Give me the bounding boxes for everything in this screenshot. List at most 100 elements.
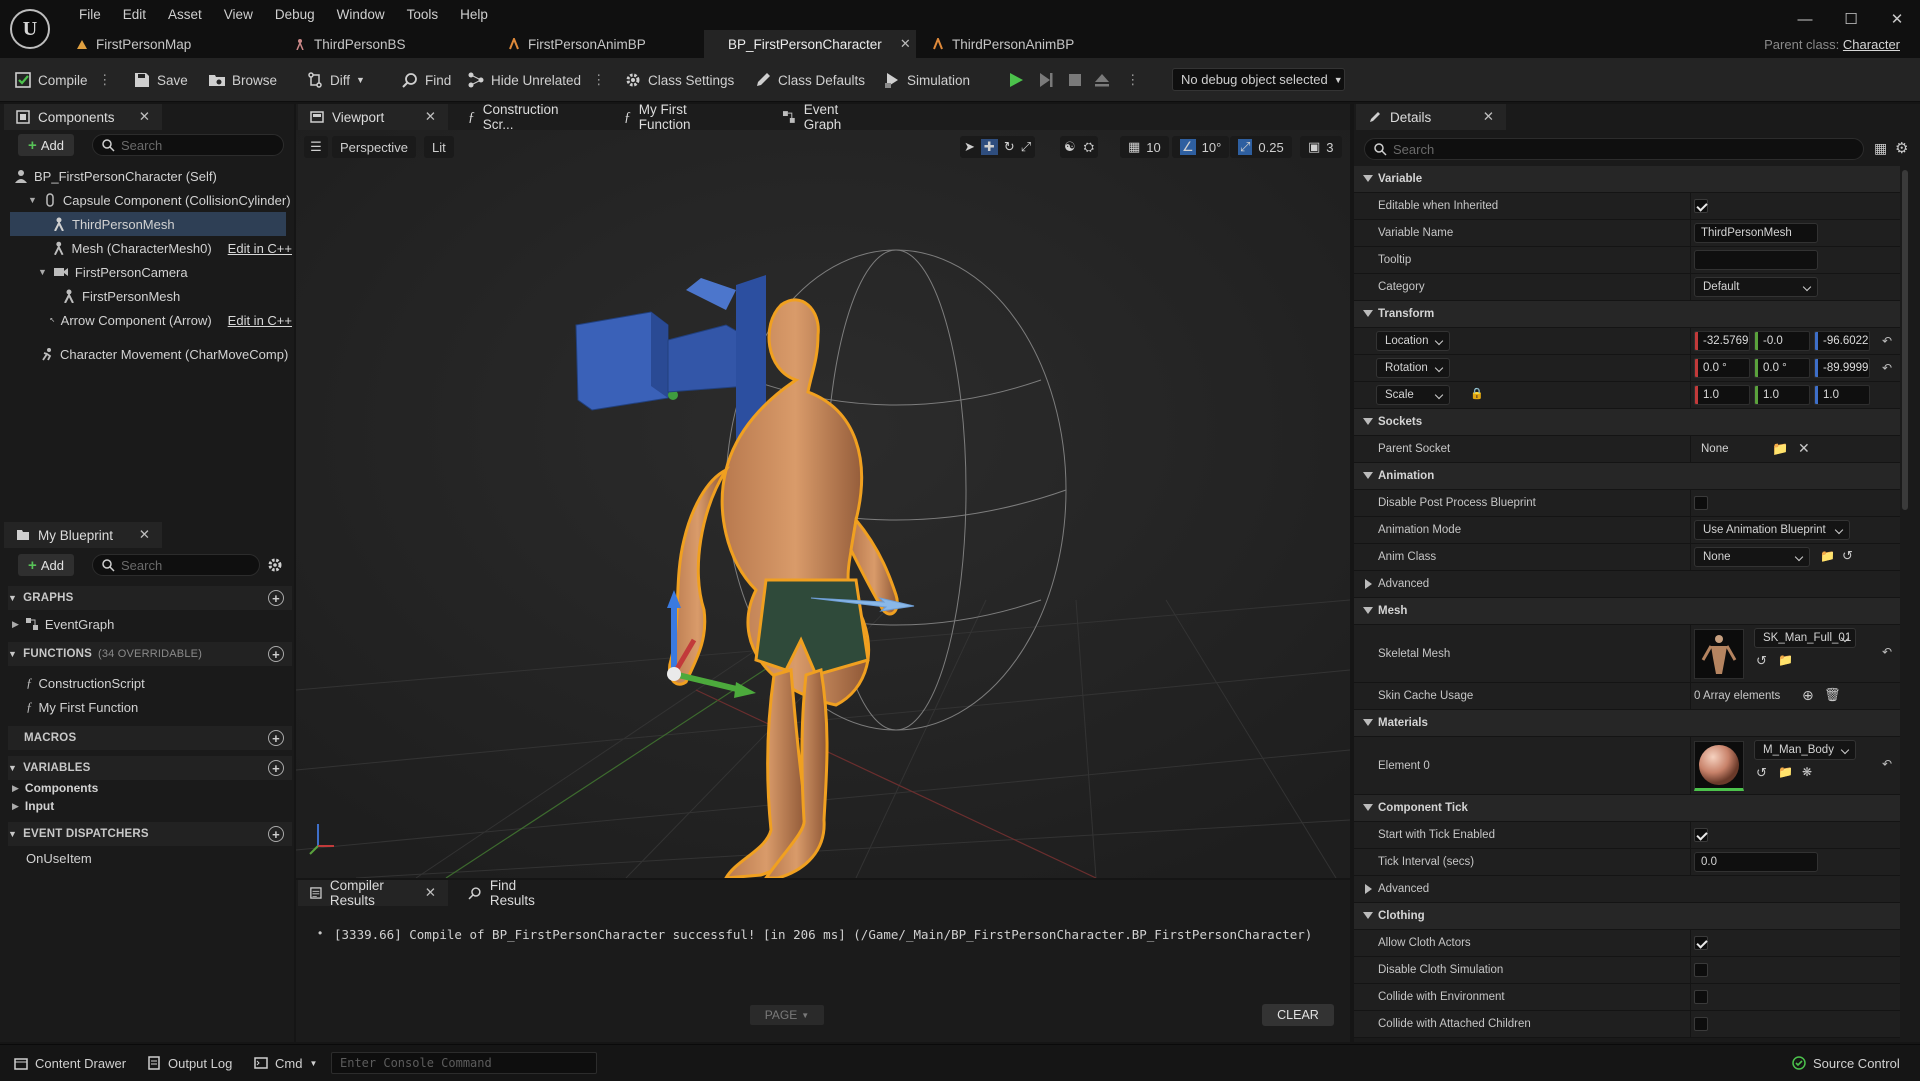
tick-interval-field[interactable]: 0.0 [1694,852,1818,872]
tab-construction-script[interactable]: ƒ Construction Scr... [456,102,596,132]
save-button[interactable]: Save [133,58,188,102]
unreal-logo-icon[interactable]: U [10,9,50,49]
close-tab-icon[interactable]: ✕ [425,885,436,901]
tree-item-arrow[interactable]: Arrow Component (Arrow) Edit in C++ [10,308,292,332]
section-graphs[interactable]: ▼ GRAPHS + [8,586,292,610]
menu-view[interactable]: View [213,6,264,24]
disable-cloth-checkbox[interactable] [1694,963,1708,977]
my-blueprint-search-input[interactable]: Search [92,554,260,576]
components-search-input[interactable]: Search [92,134,284,156]
tab-event-graph[interactable]: Event Graph [770,102,890,132]
menu-help[interactable]: Help [449,6,499,24]
eject-button[interactable] [1093,58,1111,102]
reset-to-default-icon[interactable]: ↶ [1882,334,1892,348]
doc-tab-thirdpersonbs[interactable]: ThirdPersonBS [278,30,492,58]
skeletal-mesh-thumbnail[interactable] [1694,629,1744,679]
reset-to-default-icon[interactable]: ↶ [1882,757,1892,771]
collide-env-checkbox[interactable] [1694,990,1708,1004]
tab-details[interactable]: Details ✕ [1356,104,1506,130]
tab-compiler-results[interactable]: Compiler Results ✕ [298,878,448,908]
add-component-button[interactable]: + Add [18,134,74,156]
lit-button[interactable]: Lit [424,136,454,158]
menu-edit[interactable]: Edit [112,6,157,24]
stop-button[interactable] [1066,58,1084,102]
add-variable-icon[interactable]: + [268,760,284,776]
section-variable[interactable]: Variable [1354,166,1900,193]
scale-y-field[interactable]: 1.0 [1754,385,1810,405]
edit-in-cpp-link[interactable]: Edit in C++ [228,241,292,256]
section-materials[interactable]: Materials [1354,710,1900,737]
doc-tab-firstpersonmap[interactable]: FirstPersonMap [60,30,278,58]
material-thumbnail[interactable] [1694,741,1744,791]
scale-x-field[interactable]: 1.0 [1694,385,1750,405]
rotation-y-field[interactable]: 0.0 ° [1754,358,1810,378]
tree-item-firstpersonmesh[interactable]: FirstPersonMesh [10,284,292,308]
doc-tab-thirdpersonanimbp[interactable]: ThirdPersonAnimBP [916,30,1136,58]
browse-icon[interactable]: 📁 [1778,653,1793,667]
add-macro-icon[interactable]: + [268,730,284,746]
rotate-icon[interactable]: ↻ [1004,139,1015,155]
rotation-x-field[interactable]: 0.0 ° [1694,358,1750,378]
compile-button[interactable]: Compile [14,58,88,102]
location-z-field[interactable]: -96.6022 [1814,331,1870,351]
add-graph-icon[interactable]: + [268,590,284,606]
find-button[interactable]: Find [401,58,451,102]
tree-item-capsule[interactable]: ▼ Capsule Component (CollisionCylinder) [10,188,292,212]
diff-button[interactable]: Diff ▼ [306,58,365,102]
menu-window[interactable]: Window [326,6,396,24]
close-icon[interactable]: ✕ [1874,4,1920,34]
scale-z-field[interactable]: 1.0 [1814,385,1870,405]
hide-unrelated-button[interactable]: Hide Unrelated [467,58,581,102]
material-dropdown[interactable]: M_Man_Body [1754,740,1856,760]
collapse-arrow-icon[interactable]: ▼ [38,267,47,277]
anim-class-dropdown[interactable]: None [1694,547,1810,567]
tree-item-self[interactable]: BP_FirstPersonCharacter (Self) [10,164,292,188]
browse-icon[interactable]: 📁 [1820,549,1835,563]
browse-icon[interactable]: 📁 [1778,765,1793,779]
section-event-dispatchers[interactable]: ▼ EVENT DISPATCHERS + [8,822,292,846]
play-options-icon[interactable]: ⋮ [1126,58,1140,102]
reset-to-default-icon[interactable]: ↶ [1882,361,1892,375]
surface-snap-icon[interactable]: ☯ [1064,139,1076,155]
skeletal-mesh-dropdown[interactable]: SK_Man_Full_01 [1754,628,1856,648]
variable-category-input[interactable]: ▶ Input [12,796,282,816]
tab-my-first-function[interactable]: ƒ My First Function [612,102,752,132]
add-member-button[interactable]: + Add [18,554,74,576]
viewport[interactable]: ☰ Perspective Lit ➤ ✚ ↻ ⤢ ☯ ⛭ ▦ 10 ∠ 10°… [296,130,1350,878]
animation-mode-dropdown[interactable]: Use Animation Blueprint [1694,520,1850,540]
simulation-button[interactable]: Simulation [883,58,970,102]
section-mesh[interactable]: Mesh [1354,598,1900,625]
source-control-button[interactable]: Source Control [1792,1045,1900,1081]
variable-category-components[interactable]: ▶ Components [12,778,282,798]
scale-icon[interactable]: ⤢ [1021,139,1031,155]
debug-object-dropdown[interactable]: No debug object selected ▼ [1172,68,1345,91]
tree-item-mesh[interactable]: Mesh (CharacterMesh0) Edit in C++ [10,236,292,260]
table-view-icon[interactable]: ▦ [1874,140,1887,157]
section-animation[interactable]: Animation [1354,463,1900,490]
class-settings-button[interactable]: Class Settings [624,58,734,102]
material-options-icon[interactable]: ❋ [1802,765,1812,779]
gear-icon[interactable]: ⚙ [1895,139,1908,157]
grid-snap-button[interactable]: ▦ 10 [1120,136,1169,158]
close-panel-icon[interactable]: ✕ [139,527,150,543]
cmd-dropdown[interactable]: Cmd ▼ [254,1045,317,1081]
minimize-icon[interactable]: — [1782,4,1828,34]
editable-inherited-checkbox[interactable] [1694,199,1708,213]
select-icon[interactable]: ➤ [964,139,975,155]
use-selected-icon[interactable]: ↺ [1842,548,1853,564]
doc-tab-bp-firstpersoncharacter[interactable]: BP_FirstPersonCharacter ✕ [704,30,916,58]
doc-tab-firstpersonanimbp[interactable]: FirstPersonAnimBP [492,30,704,58]
rotation-z-field[interactable]: -89.9999 [1814,358,1870,378]
reset-to-default-icon[interactable]: ↶ [1882,645,1892,659]
allow-cloth-checkbox[interactable] [1694,936,1708,950]
section-transform[interactable]: Transform [1354,301,1900,328]
rotation-mode-dropdown[interactable]: Rotation [1376,358,1450,378]
graph-item-eventgraph[interactable]: ▶ EventGraph [12,612,282,636]
close-tab-icon[interactable]: ✕ [425,109,436,125]
scale-mode-dropdown[interactable]: Scale [1376,385,1450,405]
use-selected-icon[interactable]: ↺ [1756,765,1767,781]
expand-arrow-icon[interactable]: ▶ [12,619,19,630]
close-tab-icon[interactable]: ✕ [900,36,911,52]
section-variables[interactable]: ▼ VARIABLES + [8,756,292,780]
disable-ppb-checkbox[interactable] [1694,496,1708,510]
